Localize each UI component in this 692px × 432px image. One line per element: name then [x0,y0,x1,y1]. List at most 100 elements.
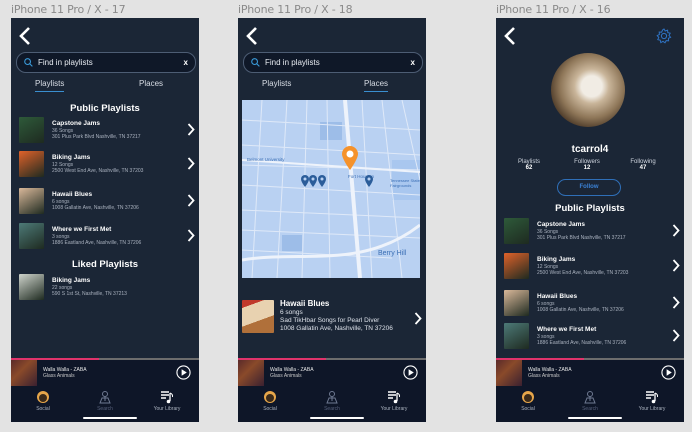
library-icon [646,391,659,404]
nav-label: Your Library [380,406,408,412]
play-icon[interactable] [176,365,191,380]
library-icon [388,391,401,404]
mini-player[interactable]: Walla Walla - ZABA Glass Animals [11,360,199,386]
stat-followers[interactable]: Followers 12 [562,159,612,171]
playlist-address: 1886 Eastland Ave, Nashville, TN 37206 [537,340,627,346]
social-icon [37,391,49,403]
playlist-art [19,117,44,143]
chevron-right-icon[interactable] [672,224,680,237]
location-search-icon [99,391,111,404]
playlist-row[interactable]: Biking Jams 12 Songs 2500 West End Ave, … [504,253,680,281]
nav-label: Search [582,406,598,412]
map-label: Tennessee State Fairgrounds [390,178,420,188]
bottom-nav: Social Search Your Library [11,386,199,422]
location-pin-icon[interactable] [364,174,374,188]
mini-player[interactable]: Walla Walla - ZABA Glass Animals [238,360,426,386]
back-icon[interactable] [18,27,32,45]
search-icon [251,58,260,67]
clear-search-button[interactable]: x [411,58,415,67]
playlist-row[interactable]: Where we First Met 3 songs 1886 Eastland… [504,323,680,351]
playlist-address: 2500 West End Ave, Nashville, TN 37203 [52,168,144,174]
home-indicator [568,417,622,419]
nav-library[interactable]: Your Library [369,390,419,412]
place-card[interactable]: Hawaii Blues 6 songs Sad TikHbar Songs f… [242,298,422,336]
clear-search-button[interactable]: x [184,58,188,67]
back-icon[interactable] [245,27,259,45]
play-icon[interactable] [403,365,418,380]
chevron-right-icon[interactable] [187,157,195,170]
stat-following[interactable]: Following 47 [618,159,668,171]
search-icon [24,58,33,67]
playlist-address: 590 S 1st St, Nashville, TN 37213 [52,291,127,297]
nav-label: Social [263,406,277,412]
map-label: Berry Hill [378,250,407,257]
search-text: Find in playlists [265,58,320,67]
bottom-nav: Social Search Your Library [496,386,684,422]
tab-places[interactable]: Places [139,79,163,88]
playlist-address: 1008 Gallatin Ave, Nashville, TN 37206 [52,205,139,211]
home-indicator [83,417,137,419]
playlist-row[interactable]: Where we First Met 3 songs 1886 Eastland… [19,223,195,251]
liked-playlists-heading: Liked Playlists [71,259,138,270]
nav-social[interactable]: Social [18,390,68,412]
chevron-right-icon[interactable] [414,312,422,325]
social-icon [522,391,534,403]
playlist-art [19,188,44,214]
playlist-row[interactable]: Capstone Jams 36 Songs 301 Plus Park Blv… [504,218,680,246]
playlist-row[interactable]: Biking Jams 12 Songs 2500 West End Ave, … [19,151,195,179]
location-pin-icon[interactable] [317,174,327,188]
selected-location-pin-icon[interactable] [341,145,359,171]
playlist-row[interactable]: Biking Jams 22 songs 590 S 1st St, Nashv… [19,274,195,302]
nav-social[interactable]: Social [245,390,295,412]
search-input[interactable]: Find in playlists x [243,52,423,73]
playlist-address: 1008 Gallatin Ave, Nashville, TN 37206 [537,307,624,313]
gear-icon[interactable] [656,28,672,44]
playlist-row[interactable]: Hawaii Blues 6 songs 1008 Gallatin Ave, … [19,188,195,216]
nav-social[interactable]: Social [503,390,553,412]
play-icon[interactable] [661,365,676,380]
tab-playlists[interactable]: Playlists [35,79,65,92]
chevron-right-icon[interactable] [187,229,195,242]
now-playing-artist: Glass Animals [528,373,560,379]
search-text: Find in playlists [38,58,93,67]
playlist-art [242,300,274,333]
chevron-right-icon[interactable] [672,329,680,342]
nav-label: Search [97,406,113,412]
album-art [238,360,264,386]
tab-playlists[interactable]: Playlists [262,79,291,88]
back-icon[interactable] [503,27,517,45]
mini-player[interactable]: Walla Walla - ZABA Glass Animals [496,360,684,386]
nav-search[interactable]: Search [80,390,130,412]
playlist-title: Hawaii Blues [52,191,93,198]
playlist-title: Hawaii Blues [537,293,578,300]
search-input[interactable]: Find in playlists x [16,52,196,73]
playlist-title: Biking Jams [537,256,576,263]
location-search-icon [326,391,338,404]
playlist-address: 301 Plus Park Blvd Nashville, TN 37217 [537,235,626,241]
chevron-right-icon[interactable] [187,194,195,207]
chevron-right-icon[interactable] [672,259,680,272]
nav-search[interactable]: Search [565,390,615,412]
follow-button[interactable]: Follow [557,179,621,196]
song-count: 6 songs [280,309,303,316]
nav-library[interactable]: Your Library [627,390,677,412]
chevron-right-icon[interactable] [672,296,680,309]
playlist-art [19,223,44,249]
nav-label: Search [324,406,340,412]
playlist-address: 301 Plus Park Blvd Nashville, TN 37217 [52,134,141,140]
now-playing-artist: Glass Animals [43,373,75,379]
map-label: Belmont University [247,157,285,162]
stat-playlists[interactable]: Playlists 62 [504,159,554,171]
chevron-right-icon[interactable] [187,123,195,136]
tab-places[interactable]: Places [364,79,389,92]
playlist-row[interactable]: Capstone Jams 36 Songs 301 Plus Park Blv… [19,117,195,145]
frame-label: iPhone 11 Pro / X - 16 [496,3,611,16]
nav-search[interactable]: Search [307,390,357,412]
places-screen: Find in playlists x Playlists Places Bel… [238,18,426,422]
playlist-art [504,290,529,316]
map-view[interactable]: Belmont University Fort Houston Tennesse… [242,100,420,278]
nav-library[interactable]: Your Library [142,390,192,412]
playlist-art [504,218,529,244]
playlist-row[interactable]: Hawaii Blues 6 songs 1008 Gallatin Ave, … [504,290,680,318]
playlists-screen: Find in playlists x Playlists Places Pub… [11,18,199,422]
